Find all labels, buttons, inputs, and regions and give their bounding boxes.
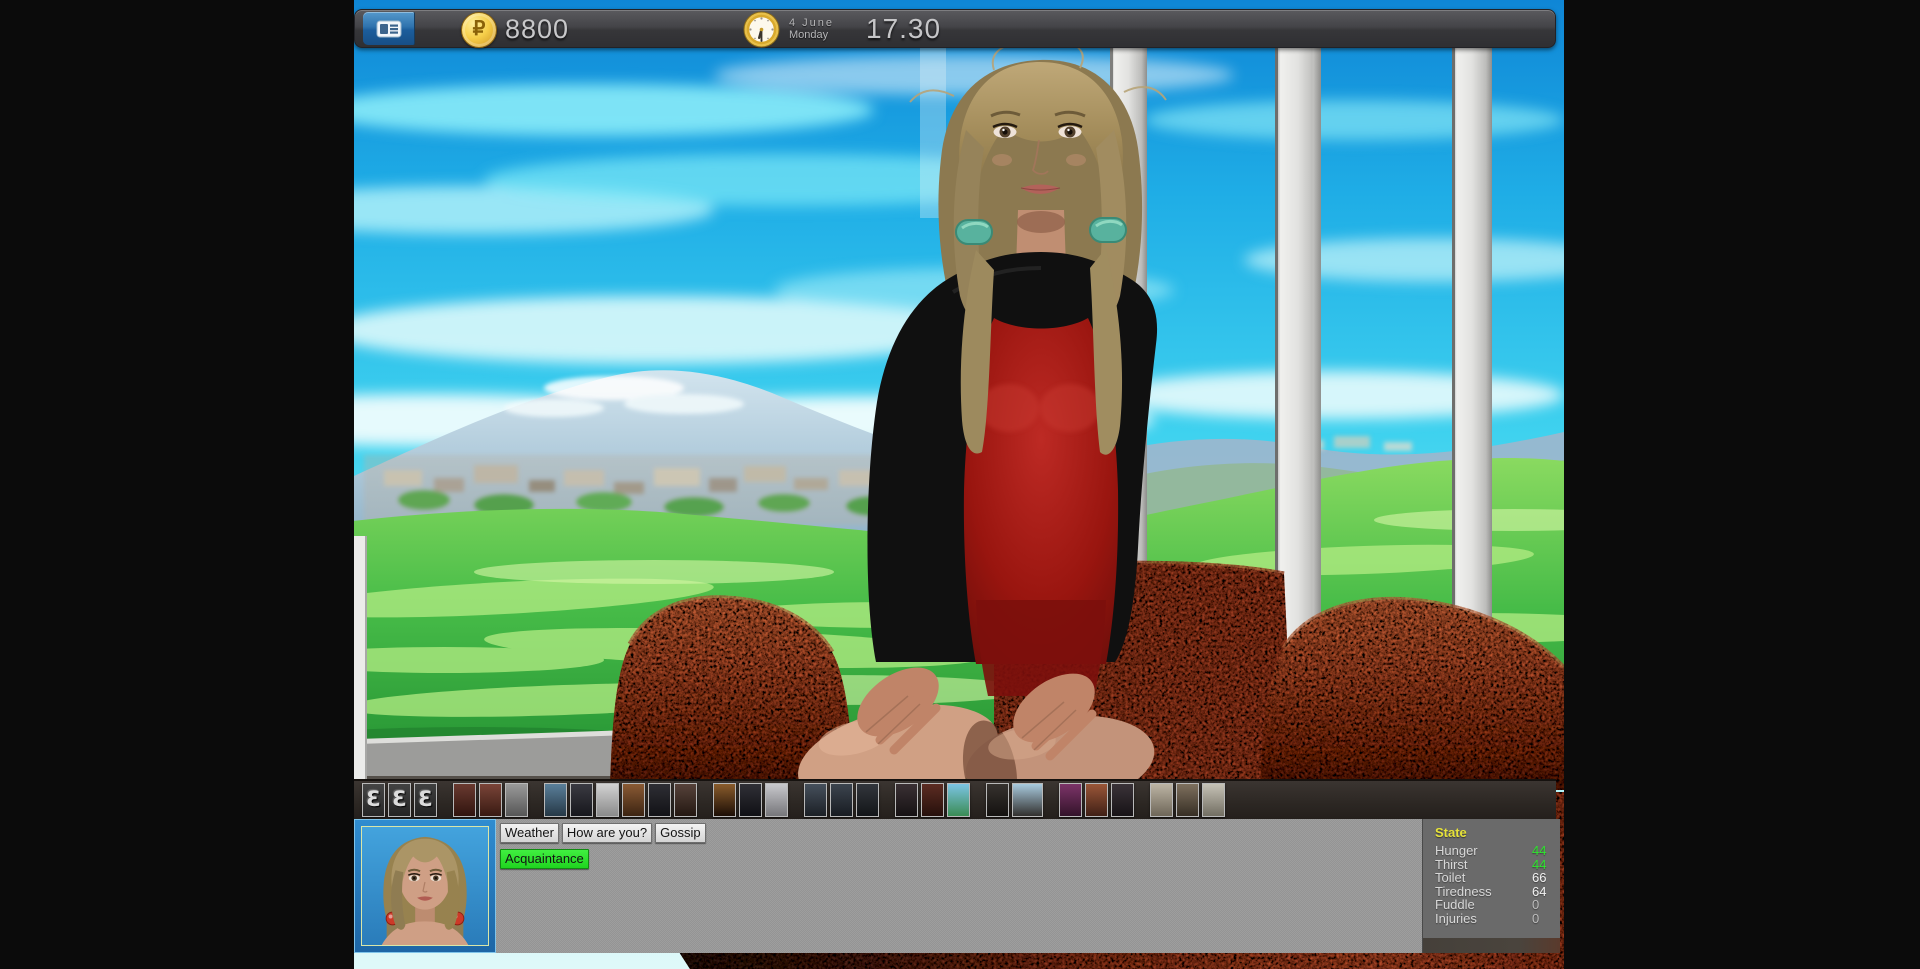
- stat-value: 44: [1532, 844, 1546, 858]
- stat-value: 44: [1532, 858, 1546, 872]
- stat-row: Thirst44: [1435, 858, 1560, 872]
- stat-row: Toilet66: [1435, 871, 1560, 885]
- location-thumbnail[interactable]: [505, 783, 528, 817]
- stat-row: Hunger44: [1435, 844, 1560, 858]
- character-thumbnail[interactable]: Ɛ: [388, 783, 411, 817]
- stat-value: 0: [1532, 912, 1539, 926]
- location-thumbnail[interactable]: [713, 783, 736, 817]
- location-thumbnail[interactable]: [947, 783, 970, 817]
- stat-row: Injuries 0: [1435, 912, 1560, 926]
- state-stats: Hunger44Thirst44Toilet66Tiredness64Fuddl…: [1435, 844, 1560, 926]
- date-day: 4 June: [789, 17, 834, 29]
- ruble-coin-icon: ₽: [461, 12, 497, 48]
- stat-value: 66: [1532, 871, 1546, 885]
- location-thumbnail[interactable]: [1012, 783, 1043, 817]
- money-amount: 8800: [505, 10, 569, 49]
- location-thumbnail-bar: ƐƐƐ: [354, 779, 1556, 819]
- clock-icon: [743, 11, 780, 48]
- location-thumbnail[interactable]: [479, 783, 502, 817]
- dialog-option-button[interactable]: Weather: [500, 823, 559, 843]
- location-thumbnail[interactable]: [544, 783, 567, 817]
- stat-row: Tiredness64: [1435, 885, 1560, 899]
- person-glyph-icon: Ɛ: [415, 784, 436, 816]
- location-thumbnail[interactable]: [570, 783, 593, 817]
- location-thumbnail[interactable]: [739, 783, 762, 817]
- location-thumbnail[interactable]: [674, 783, 697, 817]
- stat-label: Injuries: [1435, 911, 1477, 926]
- dialog-options: WeatherHow are you?Gossip Acquaintance: [496, 819, 1422, 953]
- person-glyph-icon: Ɛ: [363, 784, 384, 816]
- character-portrait[interactable]: [354, 819, 496, 953]
- dialog-option-button[interactable]: Acquaintance: [500, 849, 589, 869]
- dialog-option-button[interactable]: Gossip: [655, 823, 705, 843]
- location-thumbnail[interactable]: [596, 783, 619, 817]
- location-thumbnail[interactable]: [648, 783, 671, 817]
- location-thumbnail[interactable]: [1176, 783, 1199, 817]
- date-weekday: Monday: [789, 29, 834, 41]
- location-thumbnail[interactable]: [856, 783, 879, 817]
- time-display: 17.30: [866, 10, 941, 49]
- location-thumbnail[interactable]: [804, 783, 827, 817]
- character-thumbnail[interactable]: Ɛ: [362, 783, 385, 817]
- location-thumbnail[interactable]: [453, 783, 476, 817]
- location-thumbnail[interactable]: [895, 783, 918, 817]
- dialog-bar: WeatherHow are you?Gossip Acquaintance St…: [354, 819, 1560, 953]
- journal-icon: [376, 20, 402, 38]
- location-thumbnail[interactable]: [986, 783, 1009, 817]
- portrait-image: [361, 826, 489, 946]
- location-thumbnail[interactable]: [830, 783, 853, 817]
- stat-value: 64: [1532, 885, 1546, 899]
- location-thumbnail[interactable]: [765, 783, 788, 817]
- character-thumbnail[interactable]: Ɛ: [414, 783, 437, 817]
- dialog-option-button[interactable]: How are you?: [562, 823, 652, 843]
- game-window: ₽ 8800 4 June Monday 17.30 ƐƐƐ: [354, 0, 1564, 969]
- stat-row: Fuddle0: [1435, 898, 1560, 912]
- top-hud-bar: ₽ 8800 4 June Monday 17.30: [354, 9, 1556, 48]
- state-panel: State Hunger44Thirst44Toilet66Tiredness6…: [1422, 819, 1560, 953]
- location-thumbnail[interactable]: [1202, 783, 1225, 817]
- location-thumbnail[interactable]: [1150, 783, 1173, 817]
- state-panel-title: State: [1435, 825, 1560, 840]
- location-thumbnail[interactable]: [1059, 783, 1082, 817]
- journal-menu-button[interactable]: [363, 12, 415, 45]
- location-thumbnail[interactable]: [921, 783, 944, 817]
- stat-value: 0: [1532, 898, 1539, 912]
- location-thumbnail[interactable]: [1085, 783, 1108, 817]
- person-glyph-icon: Ɛ: [389, 784, 410, 816]
- date-display: 4 June Monday: [789, 17, 834, 41]
- location-thumbnail[interactable]: [622, 783, 645, 817]
- location-thumbnail[interactable]: [1111, 783, 1134, 817]
